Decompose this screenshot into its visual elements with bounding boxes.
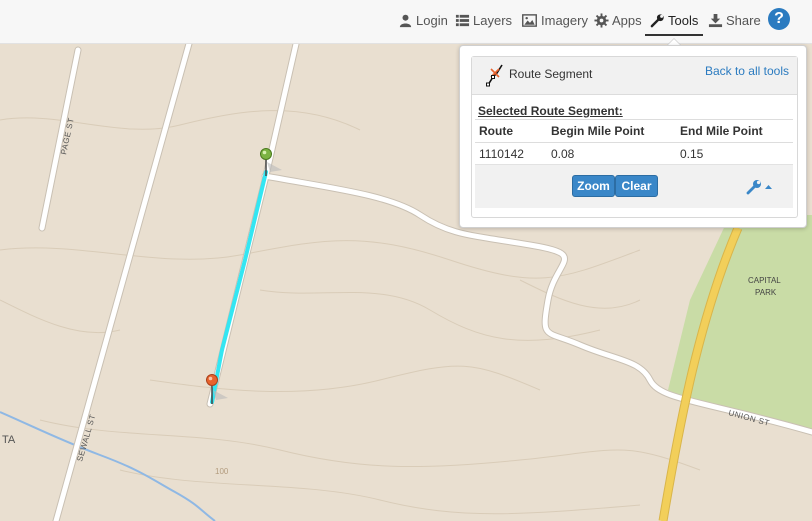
wrench-icon [746, 180, 761, 195]
contour-label: 100 [215, 467, 229, 476]
tool-title: Route Segment [509, 67, 593, 81]
gear-icon [594, 13, 609, 28]
share-label: Share [726, 13, 761, 28]
help-button[interactable]: ? [768, 8, 790, 30]
login-button[interactable]: Login [398, 8, 448, 33]
image-icon [522, 14, 537, 27]
imagery-label: Imagery [541, 13, 588, 28]
cell-begin-mile-point: 0.08 [551, 146, 575, 161]
tool-actions: Zoom Clear [475, 164, 793, 208]
layers-label: Layers [473, 13, 513, 28]
tools-label: Tools [668, 13, 699, 28]
apps-label: Apps [612, 13, 642, 28]
tools-button[interactable]: Tools [650, 8, 698, 33]
table-row: 1110142 0.08 0.15 [475, 143, 793, 165]
help-icon: ? [774, 10, 784, 27]
top-toolbar: Login Layers Imagery Apps Tools Share ? [0, 0, 812, 44]
route-segment-icon [486, 64, 503, 87]
layers-button[interactable]: Layers [455, 8, 512, 33]
back-to-all-tools-link[interactable]: Back to all tools [705, 64, 789, 78]
caret-up-icon [765, 185, 772, 189]
selected-segment-heading: Selected Route Segment: [478, 104, 623, 118]
column-header-end-mile-point: End Mile Point [676, 119, 793, 143]
tool-options-dropdown[interactable] [745, 177, 775, 195]
user-icon [399, 14, 412, 28]
zoom-button[interactable]: Zoom [572, 175, 615, 197]
list-icon [455, 14, 470, 27]
apps-button[interactable]: Apps [594, 8, 642, 33]
login-label: Login [416, 13, 448, 28]
cell-end-mile-point: 0.15 [680, 146, 704, 161]
share-button[interactable]: Share [708, 8, 761, 33]
download-icon [708, 13, 723, 28]
route-segment-tool: Route Segment Back to all tools Selected… [471, 56, 798, 218]
park-label-line2: PARK [755, 288, 777, 297]
clear-button[interactable]: Clear [615, 175, 658, 197]
wrench-icon [650, 14, 664, 28]
map-edge-label: TA [2, 434, 16, 446]
park-label-line1: CAPITAL [748, 276, 781, 285]
column-header-begin-mile-point: Begin Mile Point [547, 119, 676, 143]
column-header-route: Route [475, 119, 547, 143]
segment-table: Route Begin Mile Point End Mile Point 11… [475, 119, 793, 165]
active-tab-indicator [645, 34, 703, 36]
tool-header: Route Segment Back to all tools [472, 57, 797, 95]
table-header-row: Route Begin Mile Point End Mile Point [475, 119, 793, 143]
imagery-button[interactable]: Imagery [521, 8, 588, 33]
cell-route: 1110142 [479, 146, 524, 161]
tools-panel: Route Segment Back to all tools Selected… [459, 45, 807, 228]
